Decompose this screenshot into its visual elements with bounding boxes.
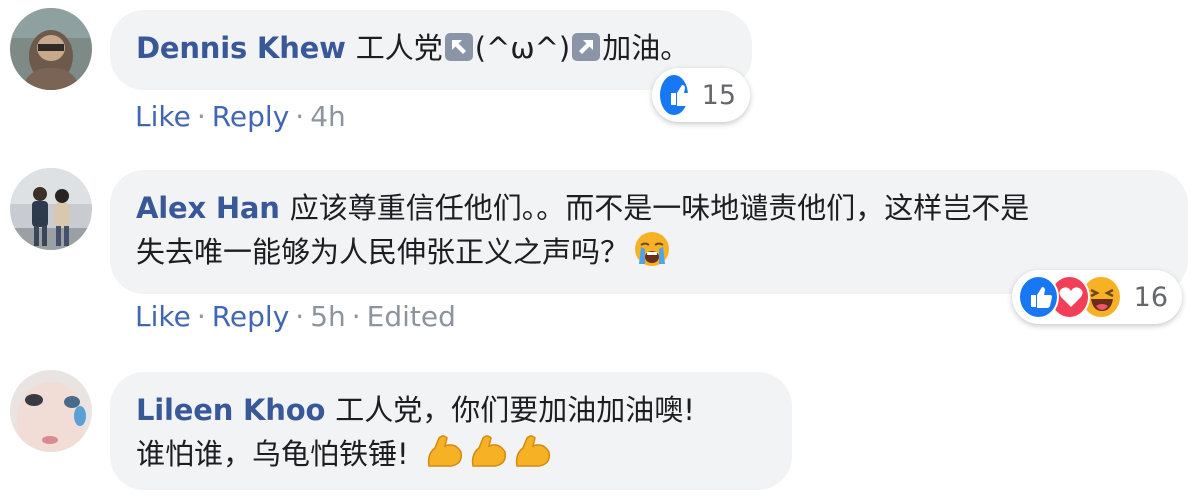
comment-text-line1: 工人党，你们要加油加油噢!: [335, 393, 695, 427]
avatar[interactable]: [10, 168, 92, 250]
comment-text-emoticon: (^ω^): [474, 31, 571, 65]
author-name[interactable]: Alex Han: [136, 191, 280, 225]
avatar-image: [10, 168, 92, 250]
avatar[interactable]: [10, 8, 92, 90]
crying-face-emoji: [633, 230, 671, 280]
comment-text-line1: 应该尊重信任他们。。而不是一味地谴责他们，这样岂不是: [289, 191, 1030, 225]
like-link[interactable]: Like: [135, 100, 191, 133]
flexed-biceps-emoji: [425, 432, 557, 482]
like-link[interactable]: Like: [135, 300, 191, 333]
comment-text: 工人党: [355, 31, 443, 65]
comment-text-end: 加油。: [602, 31, 690, 65]
comment-actions: Like · Reply · 4h: [135, 100, 346, 133]
reply-link[interactable]: Reply: [212, 300, 290, 333]
separator-dot: ·: [295, 300, 305, 333]
comment-text-line2: 失去唯一能够为人民伸张正义之声吗？: [136, 235, 630, 269]
like-reaction-icon: [658, 73, 692, 117]
comment-bubble: Dennis Khew 工人党 (^ω^) 加油。: [110, 10, 752, 90]
reaction-summary[interactable]: 15: [652, 68, 750, 122]
author-name[interactable]: Lileen Khoo: [136, 393, 325, 427]
reaction-summary[interactable]: 16: [1012, 270, 1182, 324]
separator-dot: ·: [351, 300, 361, 333]
up-left-arrow-key-icon: [444, 33, 473, 61]
author-name[interactable]: Dennis Khew: [136, 31, 346, 65]
separator-dot: ·: [196, 100, 206, 133]
timestamp[interactable]: 5h: [310, 300, 346, 333]
timestamp[interactable]: 4h: [310, 100, 346, 133]
separator-dot: ·: [295, 100, 305, 133]
reply-link[interactable]: Reply: [212, 100, 290, 133]
comment-text-line2: 谁怕谁，乌龟怕铁锤!: [136, 437, 409, 471]
reaction-count: 16: [1133, 281, 1169, 313]
like-reaction-icon: [1018, 275, 1060, 319]
comment-actions: Like · Reply · 5h · Edited: [135, 300, 456, 333]
avatar-image: [10, 370, 92, 452]
reaction-count: 15: [701, 79, 736, 111]
avatar[interactable]: [10, 370, 92, 452]
comment-bubble: Lileen Khoo 工人党，你们要加油加油噢! 谁怕谁，乌龟怕铁锤!: [110, 372, 792, 490]
avatar-image: [10, 8, 92, 90]
separator-dot: ·: [196, 300, 206, 333]
edited-label[interactable]: Edited: [367, 300, 456, 333]
up-right-arrow-key-icon: [572, 33, 601, 61]
